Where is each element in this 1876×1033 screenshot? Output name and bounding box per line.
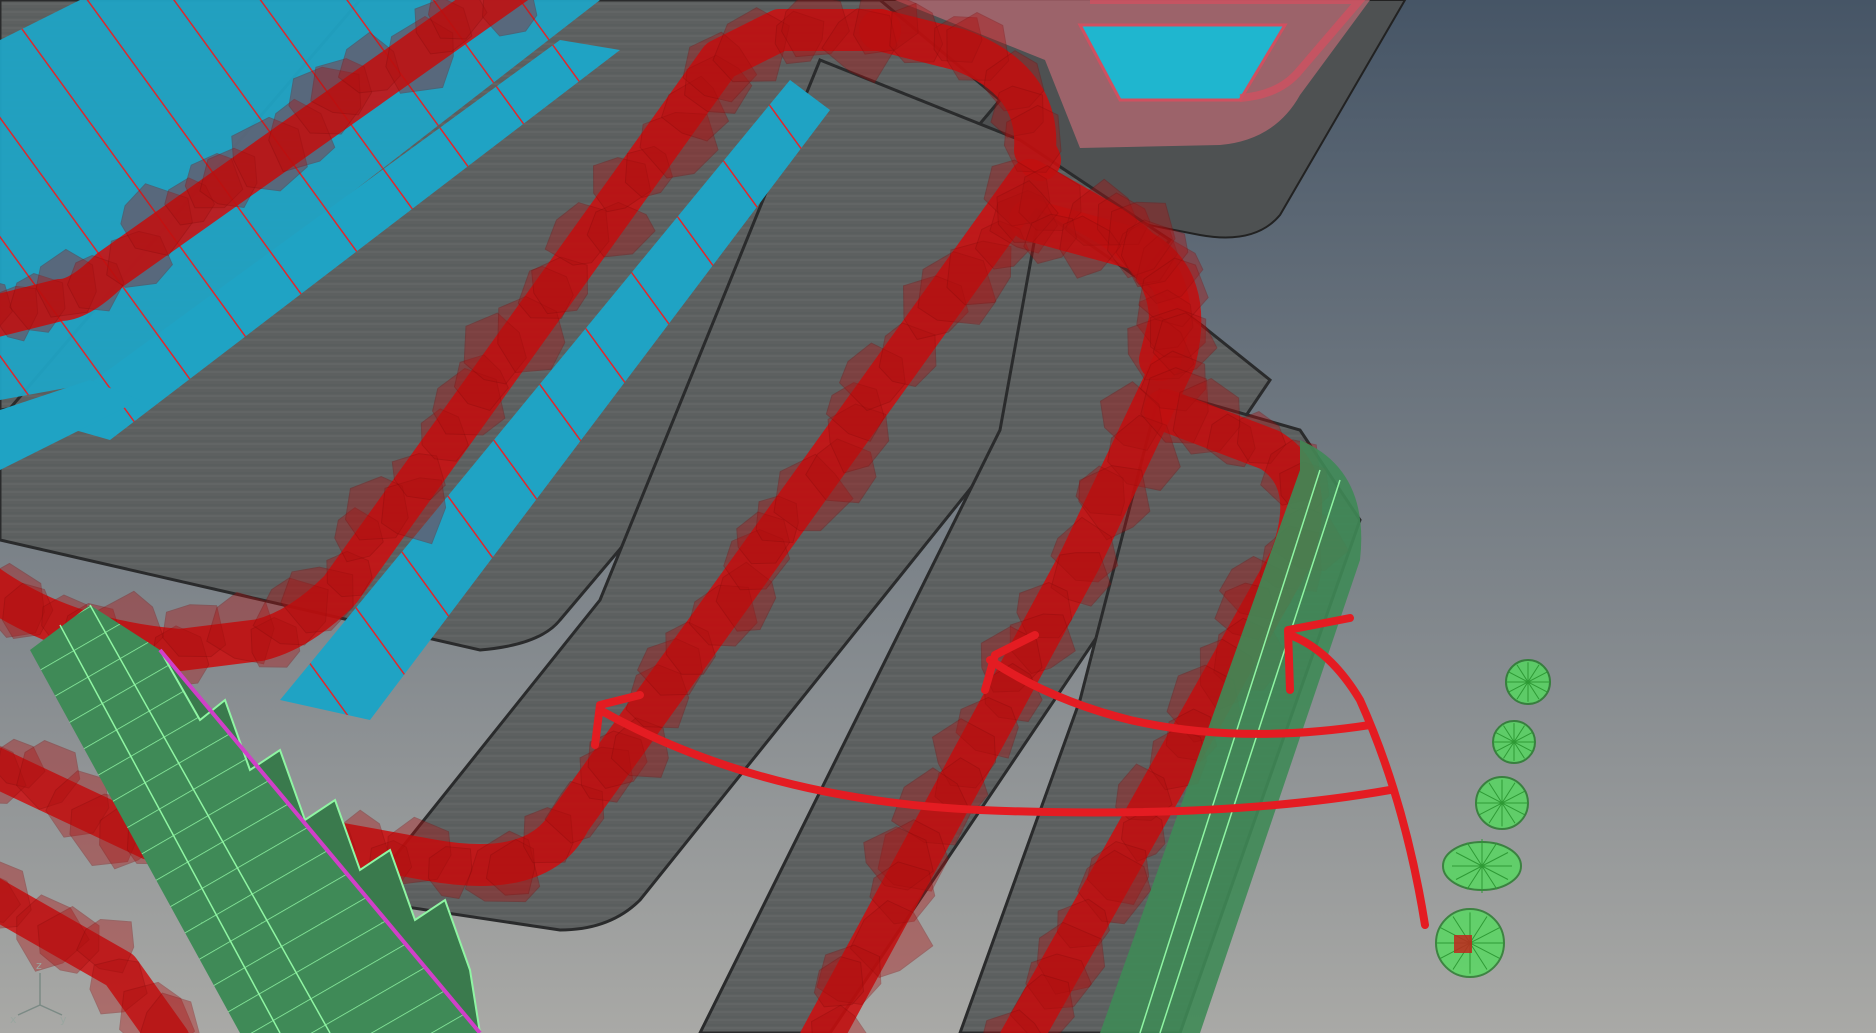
shrub-variation-3[interactable] bbox=[1475, 776, 1529, 830]
shrub-variation-5[interactable] bbox=[1435, 908, 1505, 978]
shrub-variation-2[interactable] bbox=[1492, 720, 1536, 764]
axis-x-label: x bbox=[10, 1013, 17, 1025]
3d-viewport[interactable]: z x y bbox=[0, 0, 1876, 1033]
axis-y-label: y bbox=[60, 1013, 67, 1025]
building-scene[interactable] bbox=[0, 0, 1876, 1033]
axis-z-label: z bbox=[36, 959, 42, 972]
shrub-variation-1[interactable] bbox=[1505, 659, 1551, 705]
axis-gizmo[interactable]: z x y bbox=[10, 955, 70, 1025]
